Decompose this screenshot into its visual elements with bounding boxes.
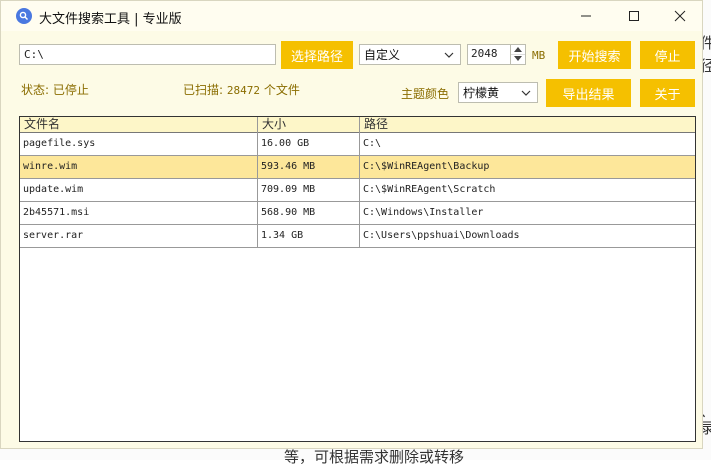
file-name-cell: 2b45571.msi — [20, 202, 258, 224]
file-path-cell: C:\$WinREAgent\Backup — [363, 161, 490, 172]
chevron-down-icon — [521, 90, 531, 96]
results-table[interactable]: 文件名 大小 路径 pagefile.sys 16.00 GB C:\ winre.w… — [19, 116, 696, 442]
start-search-button[interactable]: 开始搜索 — [558, 41, 631, 69]
size-unit-label: MB — [532, 49, 546, 62]
about-button[interactable]: 关于 — [640, 79, 695, 107]
scanned-count-text: 已扫描: 28472 个文件 — [183, 81, 300, 98]
minimize-icon — [581, 15, 591, 17]
file-size-cell: 709.09 MB — [258, 179, 360, 201]
scanned-count: 28472 — [226, 84, 260, 97]
column-header-name[interactable]: 文件名 — [20, 117, 258, 133]
chevron-down-icon — [514, 56, 522, 61]
theme-label: 主题颜色 — [401, 87, 450, 101]
size-mode-select[interactable]: 自定义 — [359, 44, 461, 65]
table-header: 文件名 大小 路径 — [20, 117, 695, 133]
file-name-cell: update.wim — [20, 179, 258, 201]
stepper-down-button[interactable] — [511, 54, 525, 63]
file-size-cell: 1.34 GB — [258, 225, 360, 247]
size-mode-value: 自定义 — [364, 48, 401, 62]
file-size-cell: 568.90 MB — [258, 202, 360, 224]
column-header-size[interactable]: 大小 — [258, 117, 360, 133]
path-field[interactable] — [19, 44, 276, 65]
export-results-button[interactable]: 导出结果 — [546, 79, 631, 107]
close-button[interactable] — [657, 1, 702, 31]
choose-path-button[interactable]: 选择路径 — [281, 41, 353, 69]
file-size-cell: 16.00 GB — [258, 133, 360, 155]
chevron-up-icon — [514, 47, 522, 52]
background-text: 等，可根据需求删除或转移 — [284, 448, 465, 466]
file-path-cell: C:\Windows\Installer — [363, 207, 484, 218]
file-name-cell: server.rar — [20, 225, 258, 247]
path-input[interactable] — [20, 45, 275, 64]
file-path-cell: C:\Users\ppshuai\Downloads — [363, 230, 520, 241]
file-size-cell: 593.46 MB — [258, 156, 360, 178]
stepper-arrows — [510, 45, 525, 64]
maximize-icon — [629, 11, 639, 21]
close-icon — [674, 10, 686, 22]
size-threshold-value[interactable]: 2048 — [471, 47, 498, 60]
title-bar[interactable]: 大文件搜索工具 | 专业版 — [1, 1, 702, 31]
table-row[interactable]: update.wim 709.09 MB C:\$WinREAgent\Scratc… — [20, 179, 695, 202]
scanned-unit: 个文件 — [263, 83, 300, 97]
column-header-path[interactable]: 路径 — [360, 117, 695, 133]
minimize-button[interactable] — [563, 1, 609, 31]
file-path-cell: C:\ — [363, 138, 382, 149]
table-row[interactable]: winre.wim 593.46 MB C:\$WinREAgent\Backup — [20, 156, 695, 179]
stop-button[interactable]: 停止 — [640, 41, 695, 69]
size-threshold-stepper[interactable]: 2048 — [467, 44, 526, 65]
app-logo-icon — [16, 8, 32, 24]
file-name-cell: winre.wim — [20, 156, 258, 178]
maximize-button[interactable] — [611, 1, 657, 31]
theme-value: 柠檬黄 — [463, 86, 500, 100]
status-text: 状态: 已停止 — [21, 83, 89, 97]
app-window: 大文件搜索工具 | 专业版 选择路径 自定义 2048 MB 开始搜索 停止 — [0, 0, 703, 449]
table-row[interactable]: pagefile.sys 16.00 GB C:\ — [20, 133, 695, 156]
window-title: 大文件搜索工具 | 专业版 — [39, 12, 182, 27]
table-row[interactable]: 2b45571.msi 568.90 MB C:\Windows\Installer — [20, 202, 695, 225]
file-name-cell: pagefile.sys — [20, 133, 258, 155]
theme-select[interactable]: 柠檬黄 — [458, 82, 538, 103]
chevron-down-icon — [444, 52, 454, 58]
scanned-label: 已扫描: — [183, 83, 224, 97]
table-row[interactable]: server.rar 1.34 GB C:\Users\ppshuai\Downlo… — [20, 225, 695, 248]
file-path-cell: C:\$WinREAgent\Scratch — [363, 184, 496, 195]
